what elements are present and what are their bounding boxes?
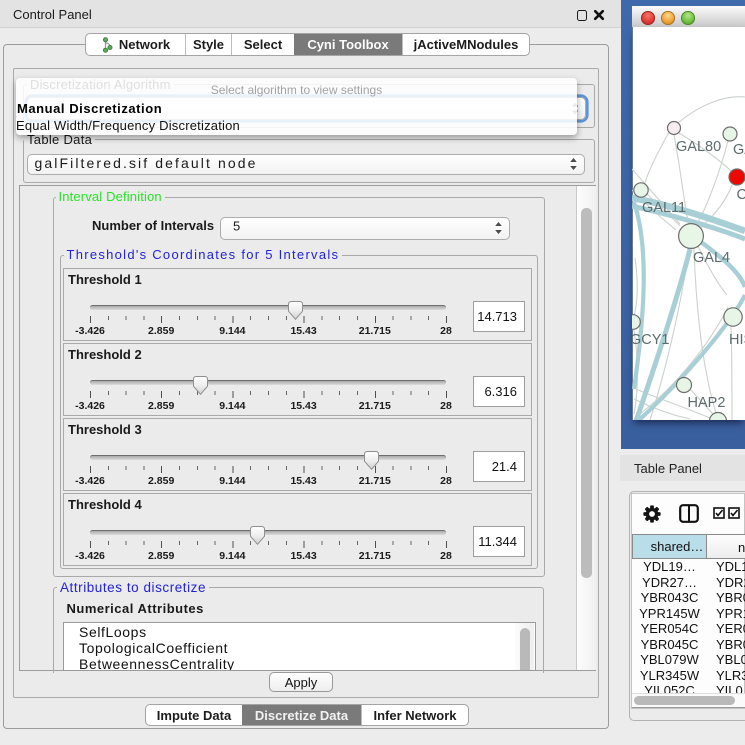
svg-text:HIS4: HIS4 <box>729 332 745 348</box>
svg-text:CYC8: CYC8 <box>737 187 745 203</box>
svg-text:GAL11: GAL11 <box>642 200 686 216</box>
svg-text:HAP2: HAP2 <box>688 395 726 411</box>
svg-text:GCY1: GCY1 <box>632 332 670 348</box>
svg-text:GAL4: GAL4 <box>693 250 730 266</box>
svg-text:GAL1: GAL1 <box>733 142 745 158</box>
svg-text:GAL80: GAL80 <box>676 139 721 155</box>
